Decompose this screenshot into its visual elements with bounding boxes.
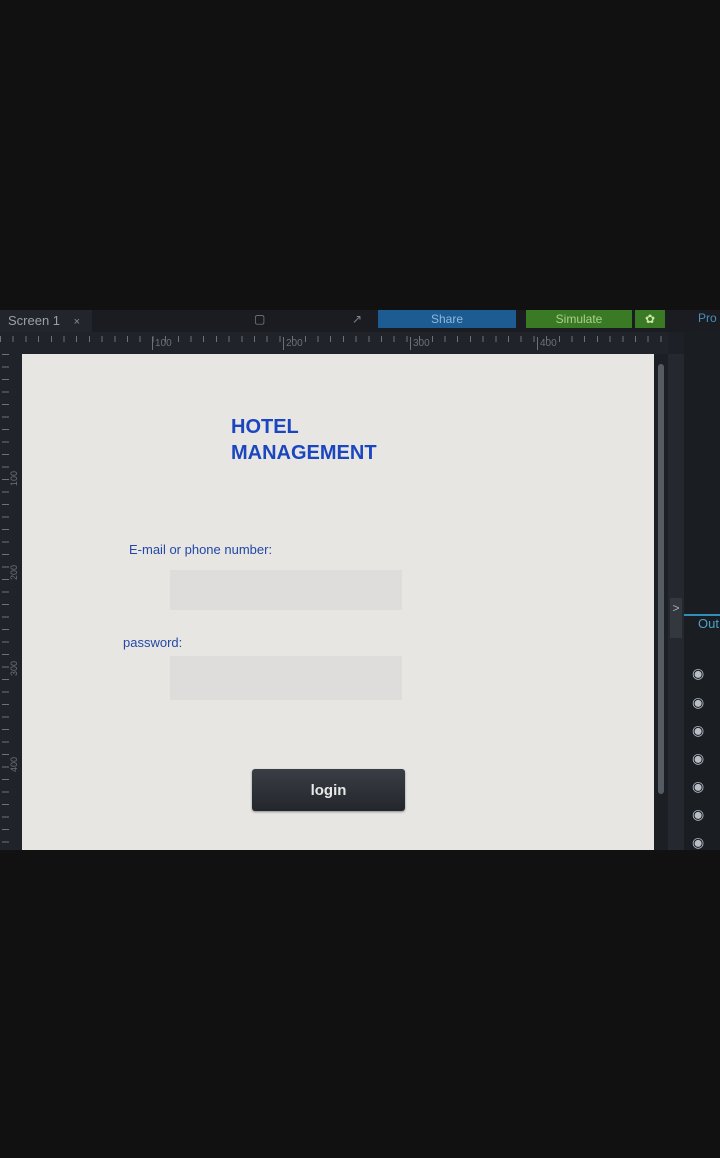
gear-icon[interactable]: ✿ <box>635 310 665 328</box>
design-canvas[interactable]: HOTEL MANAGEMENT E-mail or phone number:… <box>22 354 654 850</box>
simulate-button[interactable]: Simulate <box>526 310 632 328</box>
ruler-label: 200 <box>283 337 303 350</box>
page-title: HOTEL MANAGEMENT <box>231 414 451 466</box>
horizontal-ruler: 100 200 300 400 <box>0 332 668 354</box>
vertical-ruler: 100 200 300 400 <box>0 354 22 850</box>
ruler-label: 200 <box>9 564 19 580</box>
panel-collapse-strip: > <box>668 354 684 850</box>
tab-label: Screen 1 <box>8 313 61 328</box>
email-label: E-mail or phone number: <box>129 542 273 557</box>
canvas-scrollbar[interactable] <box>654 354 668 850</box>
outline-tab[interactable]: Out <box>698 616 719 631</box>
ruler-label: 100 <box>9 470 19 486</box>
scrollbar-thumb[interactable] <box>658 364 664 794</box>
title-line-2: MANAGEMENT <box>231 442 377 464</box>
ruler-label: 400 <box>9 756 19 772</box>
ruler-label: 400 <box>537 337 557 350</box>
eye-icon[interactable]: ◉ <box>692 751 714 765</box>
login-button[interactable]: login <box>252 769 405 811</box>
comment-icon[interactable]: ▢ <box>254 312 265 326</box>
title-line-1: HOTEL <box>231 416 299 438</box>
eye-icon[interactable]: ◉ <box>692 807 714 821</box>
expand-icon[interactable]: ↗ <box>352 312 362 326</box>
right-panel: Out ◉ ◉ ◉ ◉ ◉ ◉ ◉ <box>684 332 720 850</box>
eye-icon[interactable]: ◉ <box>692 666 714 680</box>
chevron-right-icon[interactable]: > <box>670 598 682 638</box>
top-toolbar: Screen 1 × ▢ ↗ Share Simulate ✿ Pro <box>0 310 720 332</box>
ruler-label: 100 <box>152 337 172 350</box>
share-button[interactable]: Share <box>378 310 516 328</box>
close-tab-icon[interactable]: × <box>74 316 80 328</box>
password-field[interactable] <box>170 656 402 700</box>
eye-icon[interactable]: ◉ <box>692 779 714 793</box>
tab-screen-1[interactable]: Screen 1 × <box>0 310 92 332</box>
design-app-window: Screen 1 × ▢ ↗ Share Simulate ✿ Pro 100 … <box>0 310 720 850</box>
password-label: password: <box>123 635 183 650</box>
eye-icon[interactable]: ◉ <box>692 695 714 709</box>
eye-icon[interactable]: ◉ <box>692 723 714 737</box>
ruler-label: 300 <box>9 660 19 676</box>
properties-tab[interactable]: Pro <box>698 310 717 326</box>
ruler-label: 300 <box>410 337 430 350</box>
eye-icon[interactable]: ◉ <box>692 835 714 849</box>
email-field[interactable] <box>170 570 402 610</box>
